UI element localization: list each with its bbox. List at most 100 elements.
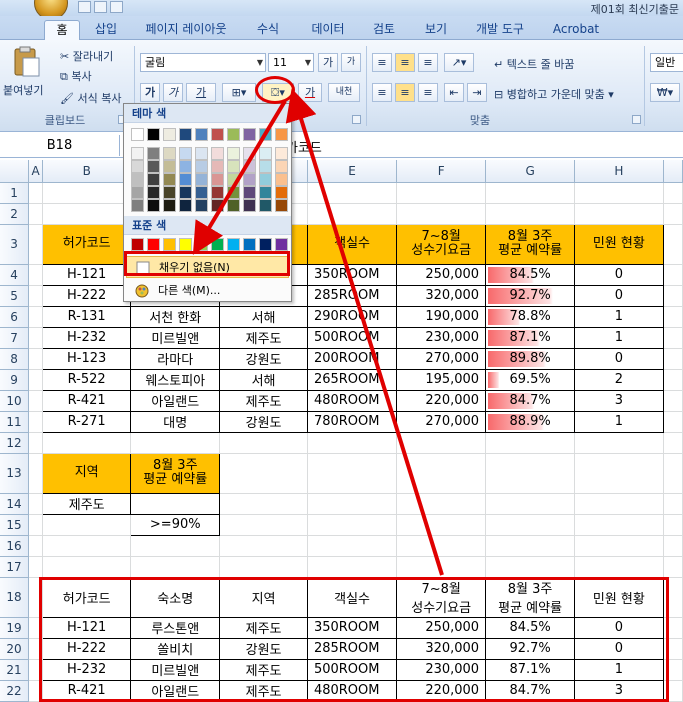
theme-shade-swatch[interactable] [227,186,240,199]
cell-b3[interactable]: 허가코드 [42,223,132,265]
theme-shade-swatch[interactable] [147,199,160,212]
cell-a11[interactable] [28,411,44,433]
row-header-8[interactable]: 8 [0,348,30,370]
theme-color-swatch[interactable] [211,128,224,141]
cell-b9[interactable]: R-522 [42,368,132,391]
cell-a13[interactable] [28,453,44,494]
cell-f1[interactable] [396,182,487,204]
row-header-4[interactable]: 4 [0,264,30,286]
theme-shade-swatch[interactable] [195,147,208,160]
theme-shade-swatch[interactable] [243,199,256,212]
theme-shade-swatch[interactable] [243,186,256,199]
theme-color-swatch[interactable] [195,128,208,141]
office-button[interactable] [34,0,68,16]
column-header-h[interactable]: H [574,160,664,183]
cell-f4[interactable]: 250,000 [396,263,487,286]
theme-shade-swatch[interactable] [179,199,192,212]
row-header-15[interactable]: 15 [0,514,30,536]
cell-b11[interactable]: R-271 [42,410,132,433]
tab-data[interactable]: 데이터 [304,20,352,40]
theme-shade-swatch[interactable] [147,186,160,199]
theme-shade-swatch[interactable] [211,173,224,186]
tab-formulas[interactable]: 수식 [250,20,286,40]
orientation-icon[interactable]: ↗▾ [444,53,474,72]
cell-a9[interactable] [28,369,44,391]
font-color-button[interactable]: 가 [298,83,322,102]
theme-shade-swatch[interactable] [131,199,144,212]
cell-f15[interactable] [396,514,487,536]
cell-h9[interactable]: 2 [574,368,664,391]
theme-shade-swatch[interactable] [275,147,288,160]
cell-h8[interactable]: 0 [574,347,664,370]
redo-icon[interactable] [110,1,123,13]
borders-button[interactable]: ⊞▾ [222,83,256,102]
tab-insert[interactable]: 삽입 [88,20,124,40]
cell-b8[interactable]: H-123 [42,347,132,370]
cell-e11[interactable]: 780ROOM [306,410,398,433]
cell-filler[interactable] [663,453,683,494]
cell-c15[interactable]: >=90% [130,513,221,536]
save-icon[interactable] [78,1,91,13]
cell-f14[interactable] [396,493,487,515]
cell-g10[interactable]: 84.7% [485,389,576,412]
cell-f13[interactable] [396,453,487,494]
standard-color-swatch[interactable] [275,238,288,251]
cell-g3[interactable]: 8월 3주 평균 예약률 [485,223,576,265]
cell-c14[interactable] [130,492,221,515]
italic-button[interactable]: 가 [163,83,183,102]
cell-g1[interactable] [485,182,576,204]
standard-color-swatch[interactable] [211,238,224,251]
cell-a14[interactable] [28,493,44,515]
cell-filler[interactable] [663,493,683,515]
cell-a15[interactable] [28,514,44,536]
cell-f12[interactable] [396,432,487,454]
cell-filler[interactable] [663,348,683,370]
cell-c9[interactable]: 웨스토피아 [130,368,221,391]
cell-b4[interactable]: H-121 [42,263,132,286]
tab-acrobat[interactable]: Acrobat [548,20,604,40]
select-all-corner[interactable] [0,160,30,183]
bold-button[interactable]: 가 [140,83,160,102]
theme-shade-swatch[interactable] [259,199,272,212]
alignment-dialog-launcher[interactable] [632,115,641,124]
cell-a10[interactable] [28,390,44,412]
cell-h2[interactable] [574,203,664,225]
theme-shade-swatch[interactable] [275,173,288,186]
align-left-icon[interactable]: ≡ [372,83,392,102]
cell-g7[interactable]: 87.1% [485,326,576,349]
cut-button[interactable]: ✂ 잘라내기 [60,48,113,64]
theme-shade-swatch[interactable] [195,173,208,186]
row-header-13[interactable]: 13 [0,453,30,494]
cell-e9[interactable]: 265ROOM [306,368,398,391]
cell-c7[interactable]: 미르빌앤 [130,326,221,349]
theme-color-swatch[interactable] [179,128,192,141]
column-header-e[interactable]: E [307,160,398,183]
cell-h6[interactable]: 1 [574,305,664,328]
grow-font-button[interactable]: 가 [318,53,338,72]
align-bottom-icon[interactable]: ≡ [418,53,438,72]
theme-shade-swatch[interactable] [147,173,160,186]
cell-filler[interactable] [663,411,683,433]
standard-color-swatch[interactable] [259,238,272,251]
theme-shade-swatch[interactable] [243,160,256,173]
undo-icon[interactable] [94,1,107,13]
align-middle-icon[interactable]: ≡ [395,53,415,72]
cell-h7[interactable]: 1 [574,326,664,349]
theme-shade-swatch[interactable] [227,160,240,173]
theme-shade-swatch[interactable] [211,186,224,199]
cell-d12[interactable] [219,432,308,454]
cell-a1[interactable] [28,182,44,204]
cell-f17[interactable] [396,556,487,578]
theme-shade-swatch[interactable] [131,160,144,173]
font-dialog-launcher[interactable] [352,115,361,124]
row-header-14[interactable]: 14 [0,493,30,515]
row-header-2[interactable]: 2 [0,203,30,225]
tab-developer[interactable]: 개발 도구 [468,20,532,40]
row-header-10[interactable]: 10 [0,390,30,412]
theme-shade-swatch[interactable] [275,199,288,212]
cell-b12[interactable] [42,432,132,454]
row-header-17[interactable]: 17 [0,556,30,578]
cell-d9[interactable]: 서해 [219,368,308,391]
shrink-font-button[interactable]: 가 [341,53,361,72]
decrease-indent-icon[interactable]: ⇤ [444,83,464,102]
